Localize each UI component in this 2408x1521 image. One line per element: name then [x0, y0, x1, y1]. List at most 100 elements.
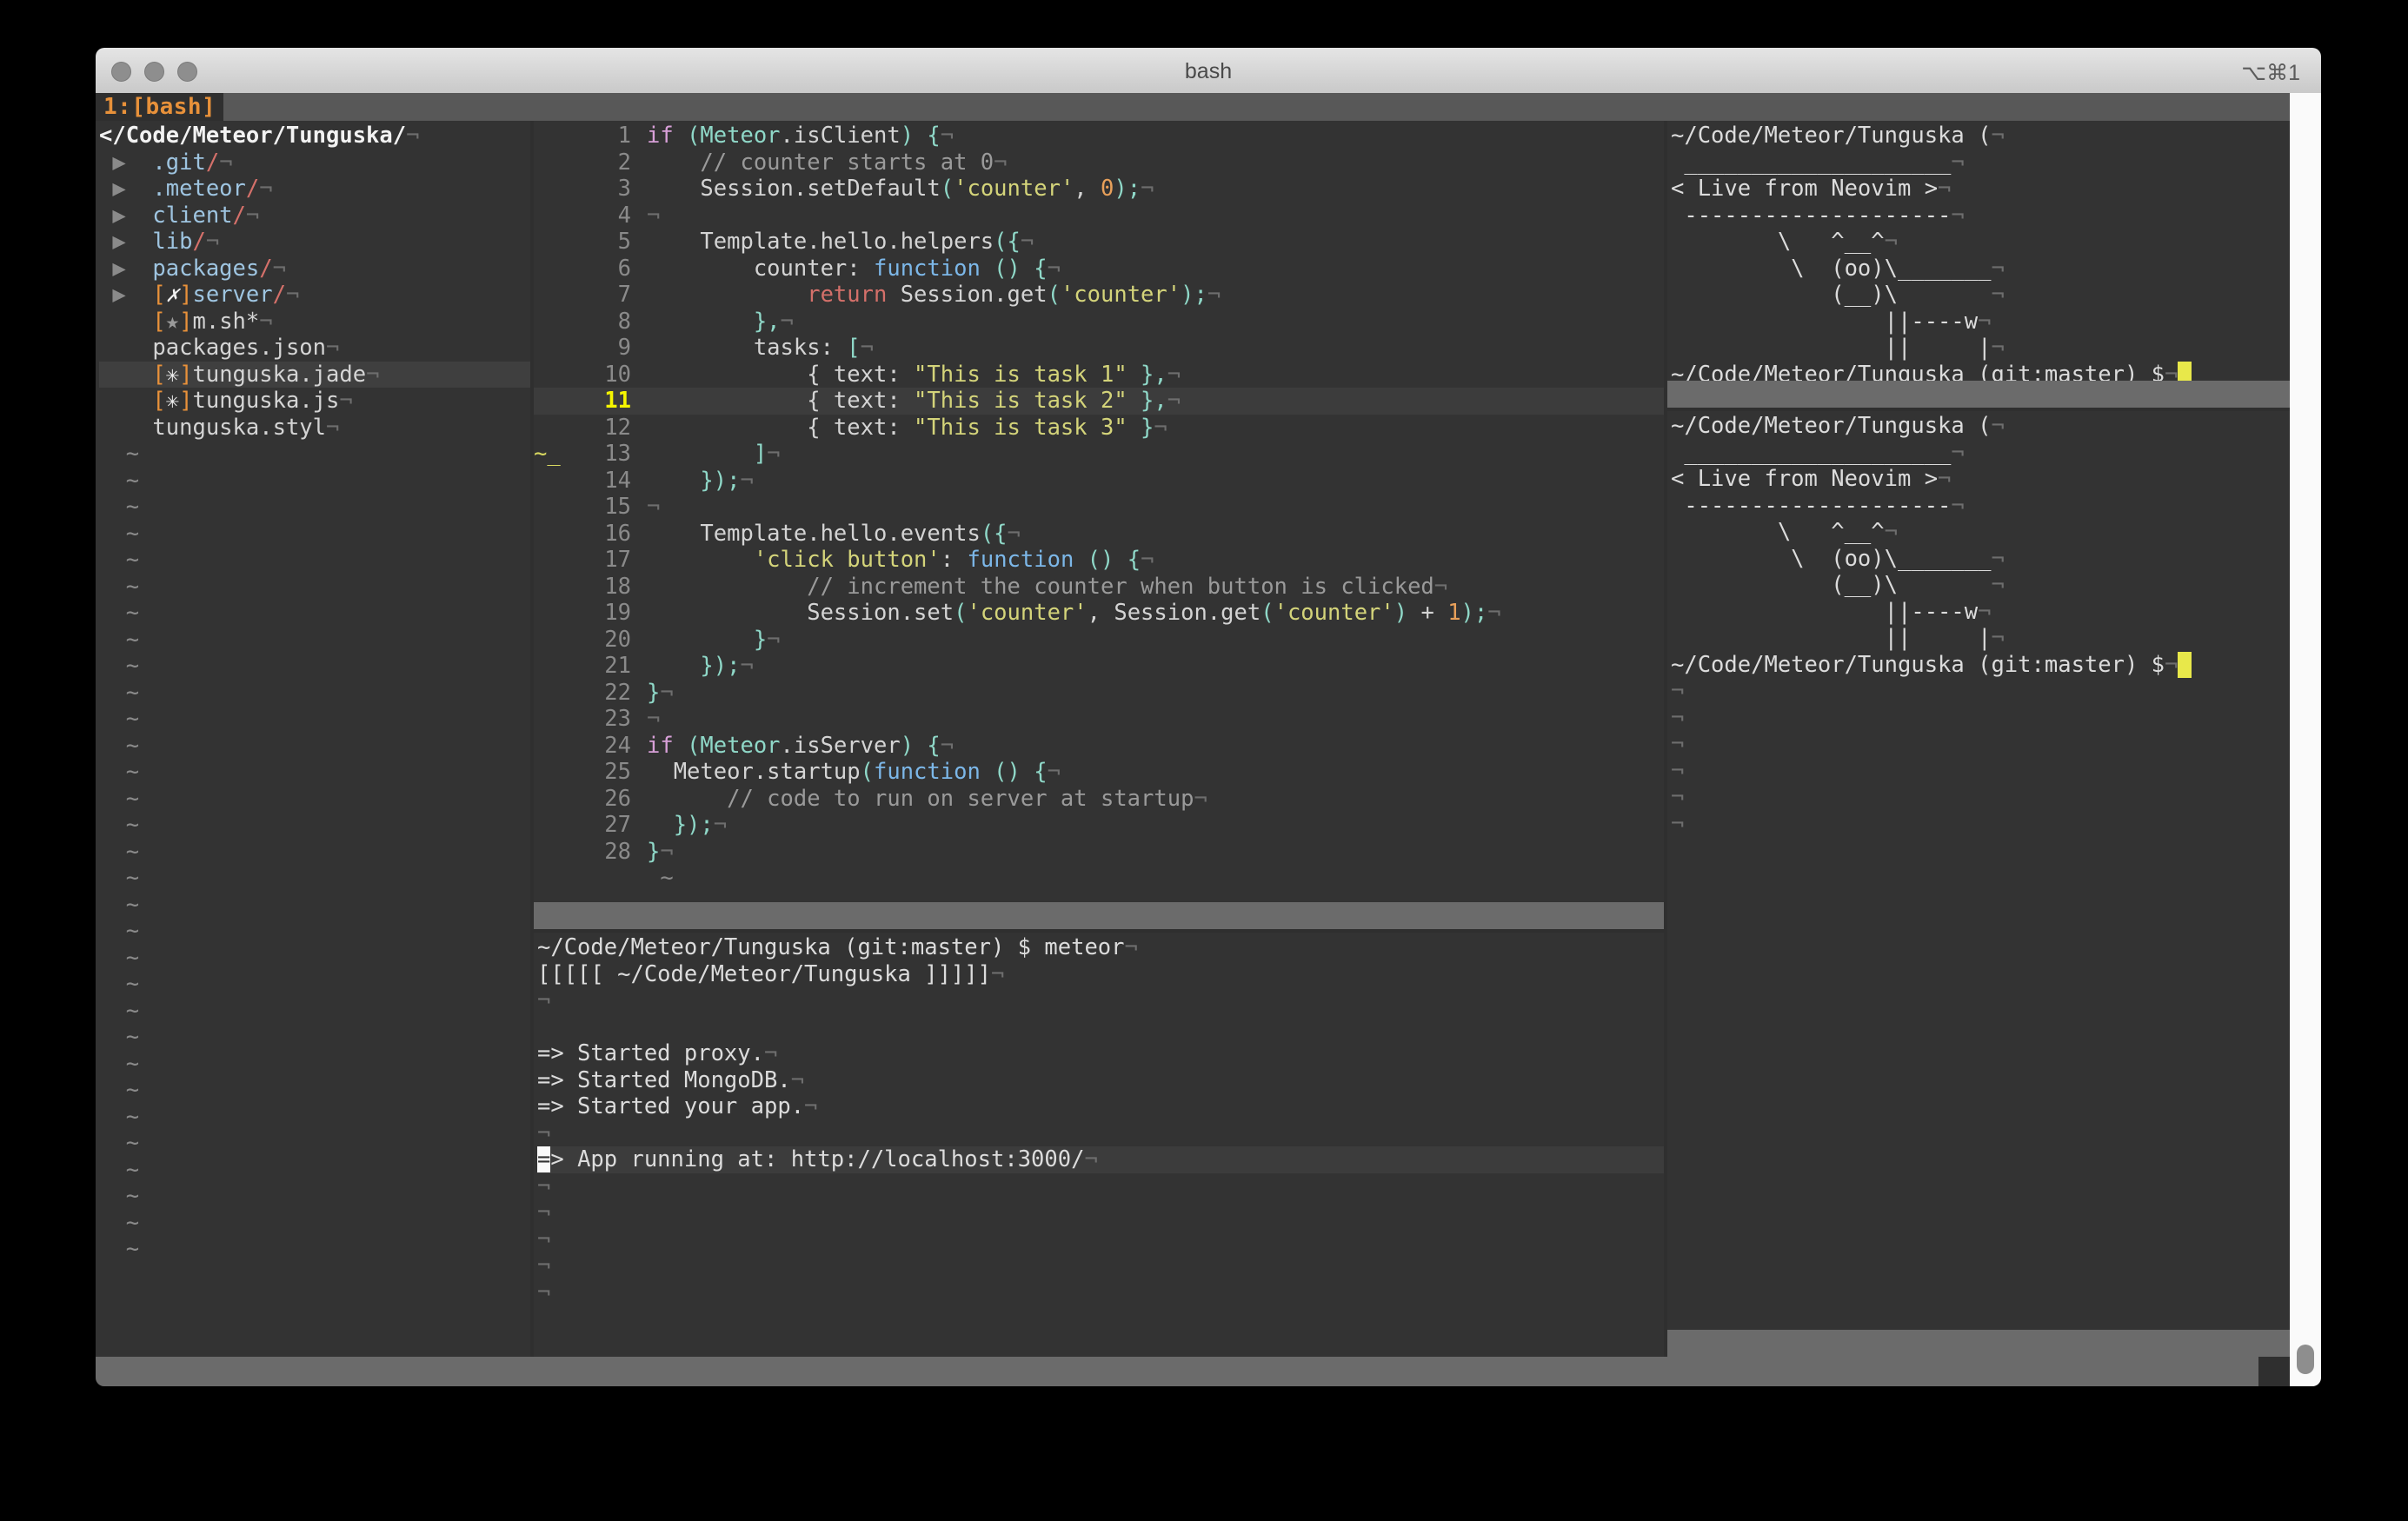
- code-text: },¬: [647, 309, 794, 335]
- bottom-terminal-pane[interactable]: ~/Code/Meteor/Tunguska (git:master) $ me…: [534, 933, 1664, 1357]
- code-line[interactable]: 23¬: [534, 706, 1664, 733]
- file-tree-pane[interactable]: </Code/Meteor/Tunguska/¬ ▶ .git/¬ ▶ .met…: [96, 121, 530, 1357]
- file-tree-empty-line: ~: [99, 627, 530, 654]
- file-tree-empty-line: ~: [99, 1157, 530, 1184]
- code-line[interactable]: 1if (Meteor.isClient) {¬: [534, 123, 1664, 149]
- code-text: if (Meteor.isServer) {¬: [647, 733, 954, 759]
- code-text: { text: "This is task 3" }¬: [647, 415, 1167, 441]
- code-text: { text: "This is task 2" },¬: [647, 388, 1181, 414]
- terminal-line: ~/Code/Meteor/Tunguska (¬: [1671, 123, 2290, 149]
- scrollbar-thumb[interactable]: [2297, 1345, 2314, 1374]
- window-title: bash: [96, 59, 2321, 84]
- line-number: 27: [569, 812, 647, 838]
- code-text: counter: function () {¬: [647, 256, 1061, 282]
- code-line[interactable]: 12 { text: "This is task 3" }¬: [534, 415, 1664, 442]
- code-line[interactable]: 10 { text: "This is task 1" },¬: [534, 362, 1664, 389]
- file-tree-item[interactable]: tunguska.styl¬: [99, 415, 530, 442]
- terminal-line: \ ^__^¬: [1671, 229, 2290, 256]
- file-tree-empty-line: ~: [99, 468, 530, 495]
- code-line[interactable]: 25 Meteor.startup(function () {¬: [534, 759, 1664, 786]
- code-line[interactable]: 11 { text: "This is task 2" },¬: [534, 388, 1664, 415]
- terminal-line: || |¬: [1671, 335, 2290, 362]
- terminal-line: \ (oo)\_______¬: [1671, 546, 2290, 573]
- code-line[interactable]: 16 Template.hello.events({¬: [534, 521, 1664, 548]
- terminal-line: (__)\ ¬: [1671, 282, 2290, 309]
- right-top-terminal-pane[interactable]: ~/Code/Meteor/Tunguska (¬ ______________…: [1667, 121, 2290, 408]
- window-titlebar[interactable]: bash ⌥⌘1: [96, 48, 2321, 94]
- line-number: 6: [569, 256, 647, 282]
- file-tree-item[interactable]: packages.json¬: [99, 335, 530, 362]
- file-tree-item[interactable]: [★]m.sh*¬: [99, 309, 530, 335]
- file-tree-item[interactable]: [✳]tunguska.js¬: [99, 388, 530, 415]
- file-tree-item[interactable]: ▶ .meteor/¬: [99, 176, 530, 203]
- file-tree-empty-line: ~: [99, 600, 530, 627]
- code-line[interactable]: 27 });¬: [534, 812, 1664, 839]
- code-line[interactable]: 14 });¬: [534, 468, 1664, 495]
- line-number: 1: [569, 123, 647, 149]
- code-text: ¬: [647, 706, 660, 732]
- code-line[interactable]: 22}¬: [534, 680, 1664, 707]
- file-tree-empty-line: ~: [99, 998, 530, 1025]
- line-number: 26: [569, 786, 647, 812]
- code-line[interactable]: 18 // increment the counter when button …: [534, 574, 1664, 601]
- line-number: 7: [569, 282, 647, 308]
- file-tree-item[interactable]: ▶ lib/¬: [99, 229, 530, 256]
- file-tree-header: </Code/Meteor/Tunguska/¬: [99, 123, 530, 149]
- file-tree-empty-line: ~: [99, 865, 530, 892]
- code-line[interactable]: 9 tasks: [¬: [534, 335, 1664, 362]
- terminal-line: => Started MongoDB.¬: [537, 1067, 1664, 1094]
- code-editor-pane[interactable]: 1if (Meteor.isClient) {¬2 // counter sta…: [534, 121, 1664, 929]
- code-line[interactable]: 4¬: [534, 203, 1664, 229]
- code-line[interactable]: 28}¬: [534, 839, 1664, 866]
- fold-marker: ~_: [534, 441, 569, 467]
- file-tree-item[interactable]: ▶ client/¬: [99, 203, 530, 229]
- code-line[interactable]: 5 Template.hello.helpers({¬: [534, 229, 1664, 256]
- line-number: 18: [569, 574, 647, 600]
- code-line[interactable]: 2 // counter starts at 0¬: [534, 149, 1664, 176]
- code-text: // code to run on server at startup¬: [647, 786, 1207, 812]
- line-number: 3: [569, 176, 647, 202]
- code-line[interactable]: 15¬: [534, 494, 1664, 521]
- right-bottom-terminal-pane[interactable]: ~/Code/Meteor/Tunguska (¬ ______________…: [1667, 411, 2290, 1357]
- terminal-line: => Started proxy.¬: [537, 1040, 1664, 1067]
- file-tree-empty-line: ~: [99, 1236, 530, 1263]
- terminal-line: ||----w¬: [1671, 309, 2290, 335]
- file-tree-item[interactable]: ▶ .git/¬: [99, 149, 530, 176]
- right-top-status-bar: >>>> bash:14:0: [1667, 381, 2290, 408]
- code-line[interactable]: 7 return Session.get('counter');¬: [534, 282, 1664, 309]
- code-line[interactable]: ~_13 ]¬: [534, 441, 1664, 468]
- code-line[interactable]: 8 },¬: [534, 309, 1664, 335]
- terminal-line: --------------------¬: [1671, 493, 2290, 520]
- code-text: ¬: [647, 203, 660, 229]
- editor-empty-line: ~: [534, 865, 1664, 892]
- file-tree-item[interactable]: [✳]tunguska.jade¬: [99, 362, 530, 389]
- file-tree-item[interactable]: ▶ [✗]server/¬: [99, 282, 530, 309]
- window-scrollbar[interactable]: [2289, 93, 2321, 1386]
- line-number: 13: [569, 441, 647, 467]
- code-line[interactable]: 17 'click button': function () {¬: [534, 547, 1664, 574]
- code-line[interactable]: 26 // code to run on server at startup¬: [534, 786, 1664, 813]
- code-text: { text: "This is task 1" },¬: [647, 362, 1181, 388]
- code-line[interactable]: 20 }¬: [534, 627, 1664, 654]
- code-text: }¬: [647, 680, 674, 706]
- tmux-tab-bash[interactable]: 1:[bash]: [96, 93, 223, 121]
- code-text: Meteor.startup(function () {¬: [647, 759, 1061, 785]
- code-line[interactable]: 3 Session.setDefault('counter', 0);¬: [534, 176, 1664, 203]
- file-tree-empty-line: ~: [99, 971, 530, 998]
- code-line[interactable]: 19 Session.set('counter', Session.get('c…: [534, 600, 1664, 627]
- code-line[interactable]: 24if (Meteor.isServer) {¬: [534, 733, 1664, 760]
- code-text: 'click button': function () {¬: [647, 547, 1154, 573]
- code-text: }¬: [647, 839, 674, 865]
- file-tree-item[interactable]: ▶ packages/¬: [99, 256, 530, 282]
- line-number: 5: [569, 229, 647, 255]
- terminal-window: bash ⌥⌘1 1:[bash] </Code/Meteor/Tunguska…: [96, 48, 2321, 1386]
- file-tree-empty-line: ~: [99, 1077, 530, 1104]
- code-line[interactable]: 21 });¬: [534, 653, 1664, 680]
- terminal-empty-line: ¬: [1671, 731, 2290, 758]
- file-tree-empty-line: ~: [99, 1051, 530, 1078]
- file-tree-empty-line: ~: [99, 1024, 530, 1051]
- line-number: 20: [569, 627, 647, 653]
- code-line[interactable]: 6 counter: function () {¬: [534, 256, 1664, 282]
- terminal-line: \ (oo)\_______¬: [1671, 256, 2290, 282]
- terminal-line: ¬: [537, 987, 1664, 1014]
